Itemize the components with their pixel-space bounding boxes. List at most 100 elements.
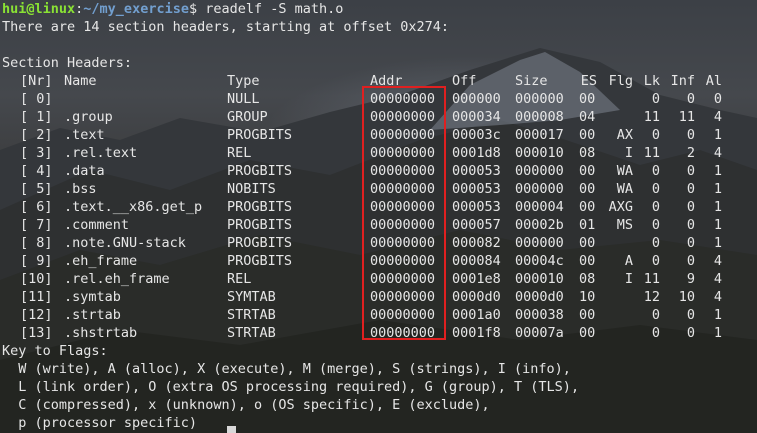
cell-name: .symtab — [64, 289, 121, 305]
cell-type: GROUP — [227, 109, 268, 125]
flags-legend-line: L (link order), O (extra OS processing r… — [2, 379, 580, 395]
cell-al: 4 — [713, 253, 722, 269]
key-to-flags-title: Key to Flags: — [2, 343, 108, 359]
cell-off: 000034 — [452, 109, 501, 125]
flags-legend-line: W (write), A (alloc), X (execute), M (me… — [2, 361, 571, 377]
cell-name: .group — [64, 109, 113, 125]
cell-nr: [ 5] — [20, 181, 53, 197]
cell-name: .rel.eh_frame — [64, 271, 170, 287]
cell-flg: MS — [616, 217, 633, 233]
cell-al: 1 — [713, 307, 722, 323]
cell-off: 000057 — [452, 217, 501, 233]
cell-al: 0 — [713, 91, 722, 107]
flags-legend-line: p (processor specific) — [2, 415, 198, 431]
cell-off: 000000 — [452, 91, 501, 107]
cell-name: .comment — [64, 217, 130, 233]
cell-name: .rel.text — [64, 145, 138, 161]
cell-lk: 0 — [651, 307, 660, 323]
cell-size: 000010 — [515, 145, 564, 161]
cell-nr: [ 7] — [20, 217, 53, 233]
cell-al: 1 — [713, 181, 722, 197]
cell-al: 4 — [713, 145, 722, 161]
cell-inf: 0 — [686, 307, 695, 323]
cell-size: 000000 — [515, 91, 564, 107]
cell-inf: 10 — [678, 289, 695, 305]
cell-es: 00 — [579, 181, 596, 197]
cell-off: 0001d8 — [452, 145, 501, 161]
cell-al: 1 — [713, 325, 722, 341]
cell-inf: 0 — [686, 199, 695, 215]
cell-al: 4 — [713, 109, 722, 125]
cell-type: SYMTAB — [227, 289, 276, 305]
column-header-off: Off — [452, 73, 477, 89]
cell-lk: 11 — [643, 145, 660, 161]
cell-es: 00 — [579, 325, 596, 341]
cell-es: 00 — [579, 127, 596, 143]
cell-size: 000017 — [515, 127, 564, 143]
cell-off: 0001f8 — [452, 325, 501, 341]
cell-nr: [13] — [20, 325, 53, 341]
cell-es: 00 — [579, 307, 596, 323]
cell-name: .text — [64, 127, 105, 143]
cell-off: 000084 — [452, 253, 501, 269]
cell-es: 00 — [579, 163, 596, 179]
cell-nr: [ 1] — [20, 109, 53, 125]
cell-nr: [11] — [20, 289, 53, 305]
column-header-name: Name — [64, 73, 97, 89]
cell-size: 000010 — [515, 271, 564, 287]
prompt-user-host: hui@linux — [2, 1, 76, 17]
cell-es: 08 — [579, 271, 596, 287]
cell-inf: 0 — [686, 217, 695, 233]
cell-lk: 0 — [651, 91, 660, 107]
cell-inf: 0 — [686, 163, 695, 179]
cell-off: 000082 — [452, 235, 501, 251]
cell-off: 000053 — [452, 181, 501, 197]
section-headers-title: Section Headers: — [2, 55, 133, 71]
flags-legend-line: C (compressed), x (unknown), o (OS speci… — [2, 397, 490, 413]
cell-inf: 0 — [686, 181, 695, 197]
cell-name: .note.GNU-stack — [64, 235, 186, 251]
addr-column-highlight-box — [362, 86, 446, 340]
cell-name: .text.__x86.get_p — [64, 199, 203, 215]
cell-off: 0001e8 — [452, 271, 501, 287]
cell-lk: 0 — [651, 181, 660, 197]
cell-al: 1 — [713, 199, 722, 215]
cell-al: 1 — [713, 127, 722, 143]
cell-flg: AXG — [608, 199, 633, 215]
terminal-window[interactable]: hui@linux:~/my_exercise$ readelf -S math… — [0, 0, 757, 433]
column-header-nr: [Nr] — [20, 73, 53, 89]
cell-inf: 0 — [686, 325, 695, 341]
cell-nr: [ 8] — [20, 235, 53, 251]
cell-type: PROGBITS — [227, 235, 293, 251]
cell-es: 08 — [579, 145, 596, 161]
cell-lk: 0 — [651, 235, 660, 251]
cell-flg: WA — [616, 163, 633, 179]
cell-name: .data — [64, 163, 105, 179]
cell-off: 00003c — [452, 127, 501, 143]
cell-type: STRTAB — [227, 325, 276, 341]
cell-size: 000008 — [515, 109, 564, 125]
cell-type: PROGBITS — [227, 217, 293, 233]
cell-size: 0000d0 — [515, 289, 564, 305]
cell-type: NOBITS — [227, 181, 276, 197]
cell-name: .bss — [64, 181, 97, 197]
cell-nr: [10] — [20, 271, 53, 287]
cell-es: 00 — [579, 199, 596, 215]
column-header-type: Type — [227, 73, 260, 89]
cell-flg: AX — [616, 127, 633, 143]
cell-inf: 0 — [686, 127, 695, 143]
cell-es: 04 — [579, 109, 596, 125]
cell-nr: [ 0] — [20, 91, 53, 107]
prompt-path: ~/my_exercise — [83, 1, 189, 17]
cell-lk: 12 — [643, 289, 660, 305]
cell-al: 1 — [713, 217, 722, 233]
cell-inf: 0 — [686, 91, 695, 107]
cell-nr: [ 9] — [20, 253, 53, 269]
cell-al: 4 — [713, 289, 722, 305]
cell-inf: 0 — [686, 235, 695, 251]
cell-size: 000000 — [515, 163, 564, 179]
cell-nr: [ 6] — [20, 199, 53, 215]
cell-size: 00007a — [515, 325, 564, 341]
cell-size: 000000 — [515, 181, 564, 197]
cell-es: 00 — [579, 235, 596, 251]
